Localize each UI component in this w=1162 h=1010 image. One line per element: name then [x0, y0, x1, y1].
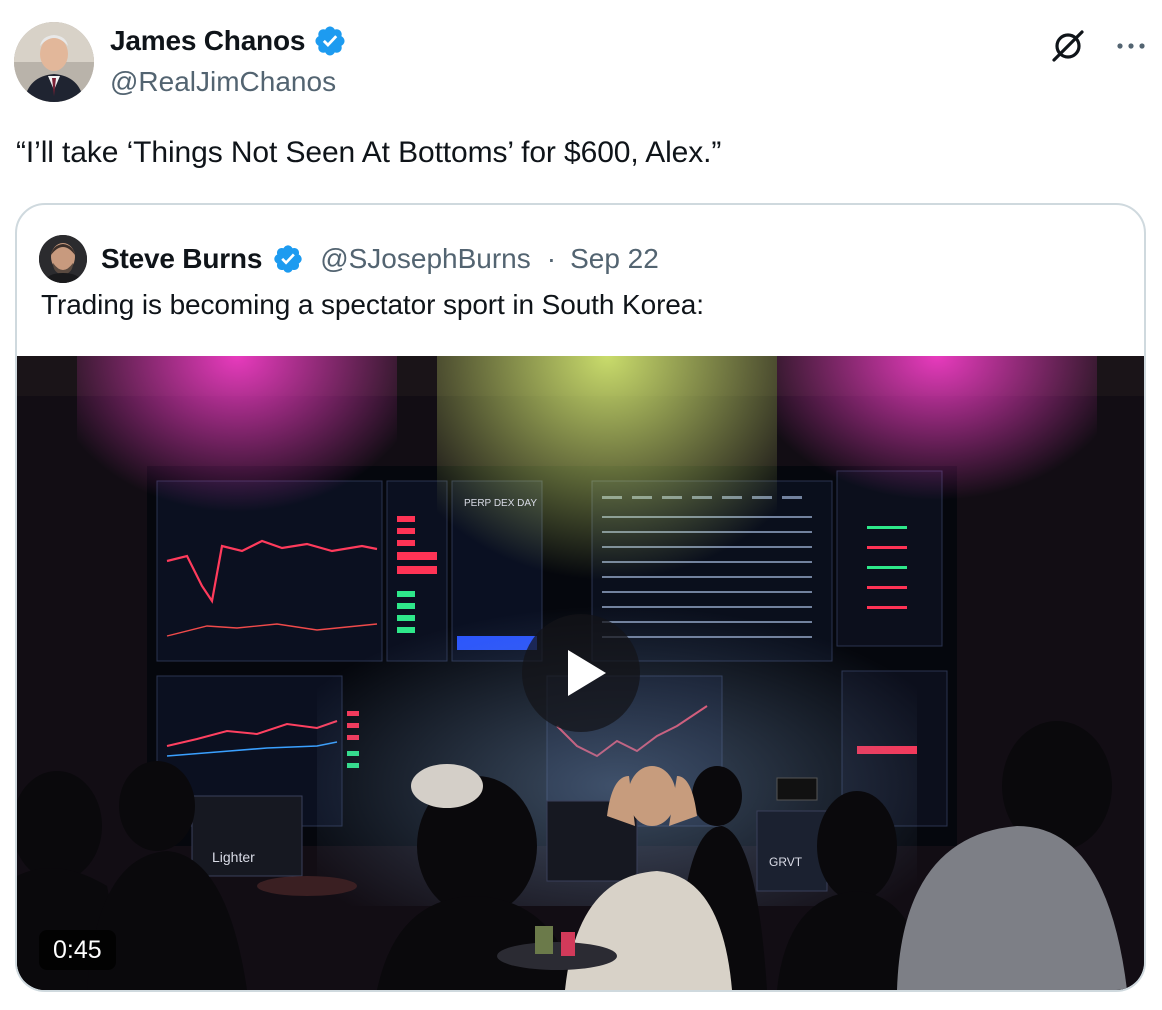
tweet-text: “I’ll take ‘Things Not Seen At Bottoms’ …	[16, 136, 722, 169]
screen-label-perpdexday: PERP DEX DAY	[464, 498, 537, 509]
quoted-date[interactable]: Sep 22	[570, 243, 659, 275]
desk-label-lighter: Lighter	[212, 849, 255, 865]
quoted-handle[interactable]: @SJosephBurns	[320, 243, 531, 275]
verified-badge-icon	[315, 26, 345, 56]
desk-label-grvt: GRVT	[769, 855, 803, 869]
meta-separator: ·	[546, 243, 557, 274]
quoted-tweet-card[interactable]: Steve Burns @SJosephBurns · Sep 22 Tradi…	[15, 203, 1146, 992]
more-options-icon[interactable]	[1114, 29, 1148, 63]
author-handle[interactable]: @RealJimChanos	[110, 66, 347, 98]
verified-badge-icon	[274, 245, 302, 273]
quoted-tweet-text: Trading is becoming a spectator sport in…	[41, 289, 704, 320]
quoted-author-avatar[interactable]	[39, 235, 87, 283]
grok-icon[interactable]	[1048, 26, 1088, 66]
author-avatar[interactable]	[14, 22, 94, 102]
author-display-name[interactable]: James Chanos	[110, 25, 305, 57]
play-button[interactable]	[522, 614, 640, 732]
video-duration: 0:45	[39, 930, 116, 970]
play-icon	[568, 650, 606, 696]
quoted-display-name[interactable]: Steve Burns	[101, 243, 262, 275]
video-player[interactable]: Lighter GRVT PERP DEX DAY 0:45	[17, 356, 1144, 990]
